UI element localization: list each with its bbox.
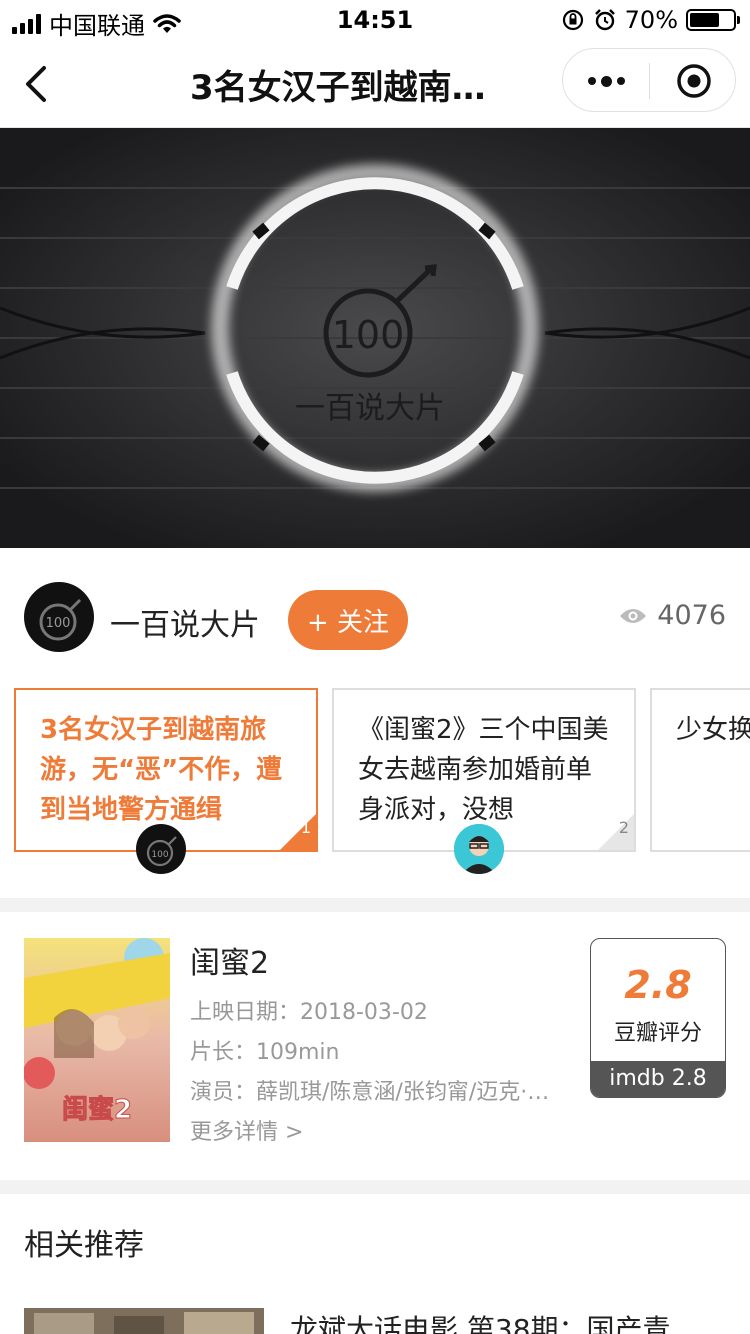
hero-logo-text: 100 — [332, 313, 405, 357]
view-count-value: 4076 — [657, 600, 726, 631]
related-item[interactable]: 龙斌大话电影 第38期：国产青 — [0, 1300, 750, 1334]
episode-author-avatar — [454, 824, 504, 874]
status-bar: 中国联通 14:51 70% — [0, 0, 750, 40]
related-item-title: 龙斌大话电影 第38期：国产青 — [290, 1313, 671, 1334]
douban-label: 豆瓣评分 — [613, 1021, 702, 1046]
section-divider — [0, 1180, 750, 1194]
author-row: 100 一百说大片 + 关注 4076 — [0, 548, 750, 688]
poster-title-text: 闺蜜2 — [62, 1094, 132, 1125]
avatar-logo-text: 100 — [46, 616, 71, 631]
battery-percent: 70% — [624, 6, 678, 34]
episode-card[interactable]: 少女换傻子，孩子在 — [650, 688, 750, 852]
eye-icon — [620, 608, 647, 623]
related-section-title: 相关推荐 — [24, 1228, 144, 1263]
follow-button[interactable]: + 关注 — [288, 590, 408, 650]
episode-text: 少女换傻子，孩子在 — [676, 715, 750, 745]
movie-duration: 片长：109min — [190, 1040, 340, 1065]
douban-score: 2.8 — [624, 963, 692, 1007]
movie-poster[interactable]: 闺蜜2 — [24, 938, 170, 1142]
nav-bar: 3名女汉子到越南… — [0, 40, 750, 128]
episode-list: 3名女汉子到越南旅游，无“恶”不作，遭到当地警方通缉 1 100 《闺蜜2》三个… — [0, 688, 750, 888]
page-title: 3名女汉子到越南… — [190, 68, 486, 108]
author-name[interactable]: 一百说大片 — [110, 600, 260, 644]
chevron-left-icon — [26, 66, 46, 102]
related-thumbnail — [24, 1308, 264, 1334]
episode-author-avatar: 100 — [136, 824, 186, 874]
movie-title: 闺蜜2 — [190, 946, 270, 981]
section-divider — [0, 898, 750, 912]
battery-icon — [686, 9, 740, 31]
episode-text: 3名女汉子到越南旅游，无“恶”不作，遭到当地警方通缉 — [40, 715, 283, 825]
episode-text: 《闺蜜2》三个中国美女去越南参加婚前单身派对，没想 — [358, 715, 609, 825]
hero-video-cover[interactable]: 100 一百说大片 — [0, 128, 750, 548]
author-avatar[interactable]: 100 — [24, 582, 94, 652]
imdb-score: imdb 2.8 — [591, 1061, 725, 1097]
rotation-lock-icon — [562, 9, 583, 31]
target-close-icon — [677, 64, 711, 98]
movie-info[interactable]: 闺蜜2 闺蜜2 上映日期：2018-03-02 片长：109min 演员：薛凯琪… — [0, 912, 750, 1180]
episode-index: 2 — [618, 818, 629, 837]
back-button[interactable] — [18, 62, 58, 106]
status-right: 70% — [561, 6, 740, 34]
mini-program-capsule — [562, 48, 736, 112]
movie-release-date: 上映日期：2018-03-02 — [190, 1000, 428, 1025]
more-details-link[interactable]: 更多详情 > — [190, 1114, 582, 1146]
hero-logo-caption: 一百说大片 — [295, 391, 445, 426]
alarm-icon — [594, 9, 615, 31]
rating-box: 2.8 豆瓣评分 imdb 2.8 — [590, 938, 726, 1098]
episode-avatar-text: 100 — [151, 850, 168, 860]
more-dots-icon — [587, 77, 596, 85]
hero-graphic: 100 一百说大片 — [0, 128, 750, 548]
more-button[interactable] — [563, 49, 649, 113]
close-mini-program-button[interactable] — [651, 49, 737, 113]
episode-index: 1 — [300, 818, 311, 837]
view-count: 4076 — [619, 600, 726, 631]
movie-cast: 演员：薛凯琪/陈意涵/张钧甯/迈克·… — [190, 1080, 550, 1105]
